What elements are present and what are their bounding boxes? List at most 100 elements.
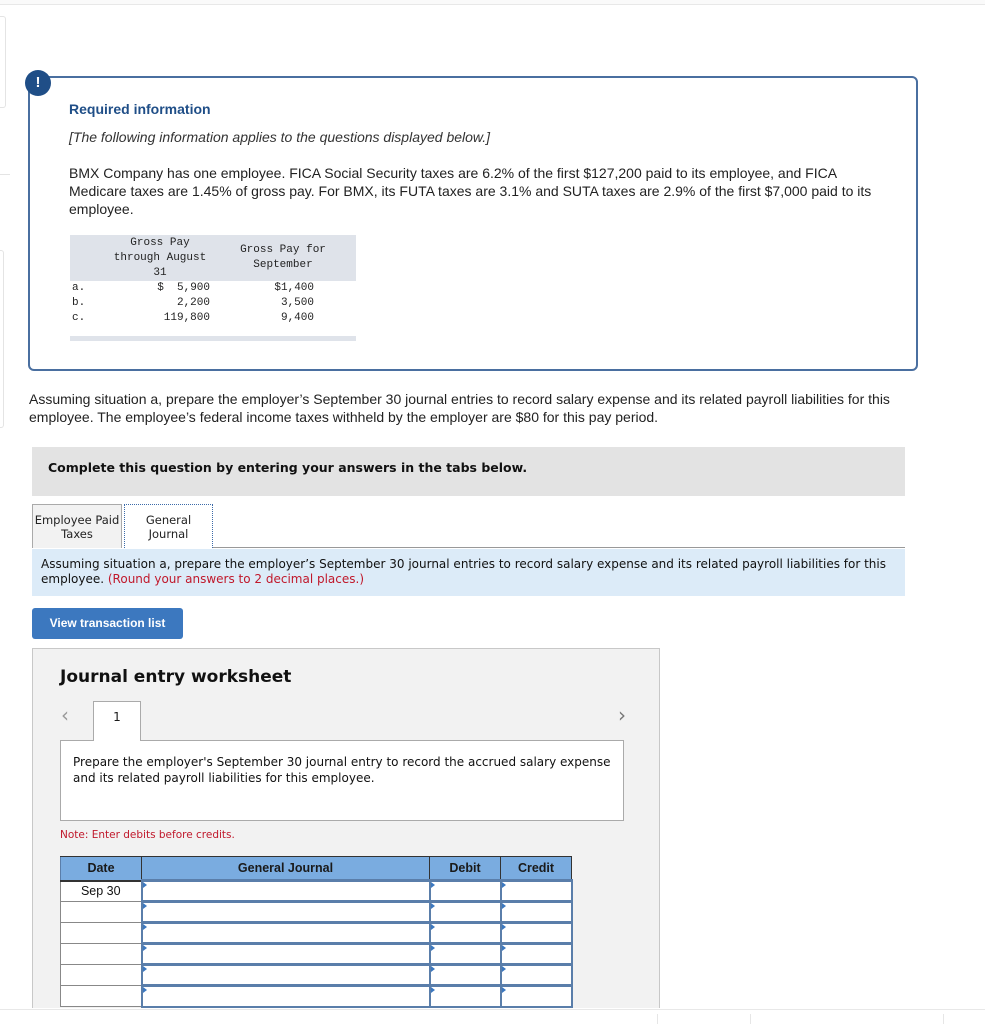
- gross-pay-september: 3,500: [280, 297, 314, 309]
- tab-label-line2: Journal: [148, 527, 189, 541]
- debit-input[interactable]: [430, 945, 500, 963]
- view-transaction-list-button[interactable]: View transaction list: [32, 608, 183, 639]
- debit-input[interactable]: [430, 882, 500, 900]
- credit-input[interactable]: [501, 882, 571, 900]
- bottom-bar: [0, 1009, 985, 1024]
- credit-cell[interactable]: [499, 942, 573, 966]
- journal-row: [60, 921, 573, 945]
- account-cell[interactable]: [140, 963, 431, 987]
- journal-header-row: Date General Journal Debit Credit: [60, 856, 572, 882]
- chevron-left-icon[interactable]: ‹: [61, 703, 69, 727]
- journal-date: [60, 943, 143, 965]
- credit-cell[interactable]: [499, 879, 573, 903]
- credit-input[interactable]: [501, 945, 571, 963]
- column-header-september: Gross Pay for September: [210, 235, 356, 281]
- credit-input[interactable]: [501, 903, 571, 921]
- tab-label-line2: Taxes: [61, 527, 93, 541]
- gross-pay-through-august: 119,800: [163, 312, 210, 324]
- required-information-title: Required information: [69, 101, 211, 117]
- column-header-date: Date: [60, 856, 142, 882]
- gross-pay-row: c. 119,800 9,400: [70, 311, 356, 326]
- journal-row: Sep 30: [60, 879, 573, 903]
- column-header-label: [70, 235, 110, 281]
- credit-cell[interactable]: [499, 984, 573, 1008]
- journal-row: [60, 963, 573, 987]
- debit-cell[interactable]: [428, 879, 502, 903]
- journal-date: [60, 985, 143, 1007]
- account-cell[interactable]: [140, 921, 431, 945]
- debit-input[interactable]: [430, 924, 500, 942]
- journal-date: [60, 964, 143, 986]
- worksheet-entry-tab[interactable]: 1: [93, 701, 141, 741]
- top-bar: [0, 0, 985, 5]
- tab-divider: [213, 547, 905, 548]
- complete-question-banner: Complete this question by entering your …: [32, 447, 905, 496]
- gross-pay-row: b. 2,200 3,500: [70, 296, 356, 311]
- debit-input[interactable]: [430, 987, 500, 1006]
- row-label: a.: [72, 282, 86, 294]
- account-cell[interactable]: [140, 942, 431, 966]
- tab-label-line1: Employee Paid: [34, 513, 120, 527]
- row-label: b.: [72, 297, 86, 309]
- journal-row: [60, 900, 573, 924]
- credit-input[interactable]: [501, 924, 571, 942]
- column-header-credit: Credit: [500, 856, 572, 882]
- tab-employee-paid-taxes[interactable]: Employee Paid Taxes: [32, 504, 122, 548]
- gross-pay-through-august: 2,200: [176, 297, 210, 309]
- account-input[interactable]: [142, 924, 429, 942]
- side-divider: [0, 174, 10, 175]
- side-panel-fragment: [0, 250, 4, 428]
- required-information-body: BMX Company has one employee. FICA Socia…: [69, 165, 872, 217]
- debit-cell[interactable]: [428, 921, 502, 945]
- credit-input[interactable]: [501, 966, 571, 984]
- column-header-general-journal: General Journal: [141, 856, 430, 882]
- account-cell[interactable]: [140, 879, 431, 903]
- gross-pay-through-august: $ 5,900: [157, 282, 210, 294]
- debits-credits-note: Note: Enter debits before credits.: [60, 829, 235, 841]
- row-label: c.: [72, 312, 86, 324]
- debit-cell[interactable]: [428, 942, 502, 966]
- debit-cell[interactable]: [428, 984, 502, 1008]
- account-input[interactable]: [142, 987, 429, 1006]
- debit-input[interactable]: [430, 966, 500, 984]
- account-cell[interactable]: [140, 984, 431, 1008]
- gross-pay-table: Gross Pay through August 31 Gross Pay fo…: [70, 235, 356, 341]
- bottom-divider: [750, 1014, 751, 1024]
- credit-cell[interactable]: [499, 963, 573, 987]
- instructions-panel: Assuming situation a, prepare the employ…: [32, 549, 905, 596]
- account-cell[interactable]: [140, 900, 431, 924]
- credit-cell[interactable]: [499, 900, 573, 924]
- required-information-subtitle: [The following information applies to th…: [69, 129, 491, 145]
- table-footer: [70, 336, 356, 341]
- side-panel-fragment: [0, 16, 6, 108]
- debit-cell[interactable]: [428, 963, 502, 987]
- debit-cell[interactable]: [428, 900, 502, 924]
- worksheet-title: Journal entry worksheet: [60, 667, 292, 687]
- gross-pay-september: 9,400: [280, 312, 314, 324]
- credit-cell[interactable]: [499, 921, 573, 945]
- rounding-note: (Round your answers to 2 decimal places.…: [107, 572, 365, 586]
- banner-text: Complete this question by entering your …: [48, 460, 528, 475]
- gross-pay-september: $1,400: [274, 282, 314, 294]
- tab-general-journal[interactable]: General Journal: [124, 504, 213, 548]
- question-text: Assuming situation a, prepare the employ…: [29, 391, 890, 425]
- column-header-through-august: Gross Pay through August 31: [110, 235, 210, 281]
- header-text: Gross Pay through August 31: [113, 236, 207, 279]
- journal-row: [60, 942, 573, 966]
- journal-entry-worksheet: Journal entry worksheet ‹ 1 › Prepare th…: [32, 648, 660, 1008]
- gross-pay-header-row: Gross Pay through August 31 Gross Pay fo…: [70, 235, 356, 281]
- worksheet-prompt: Prepare the employer's September 30 jour…: [60, 740, 624, 821]
- column-header-debit: Debit: [429, 856, 501, 882]
- account-input[interactable]: [142, 882, 429, 900]
- chevron-right-icon[interactable]: ›: [618, 703, 626, 727]
- journal-date: [60, 901, 143, 923]
- debit-input[interactable]: [430, 903, 500, 921]
- account-input[interactable]: [142, 903, 429, 921]
- bottom-divider: [657, 1014, 658, 1024]
- bottom-divider: [943, 1014, 944, 1024]
- journal-date: [60, 922, 143, 944]
- tab-label-line1: General: [145, 513, 192, 527]
- account-input[interactable]: [142, 945, 429, 963]
- credit-input[interactable]: [501, 987, 571, 1006]
- account-input[interactable]: [142, 966, 429, 984]
